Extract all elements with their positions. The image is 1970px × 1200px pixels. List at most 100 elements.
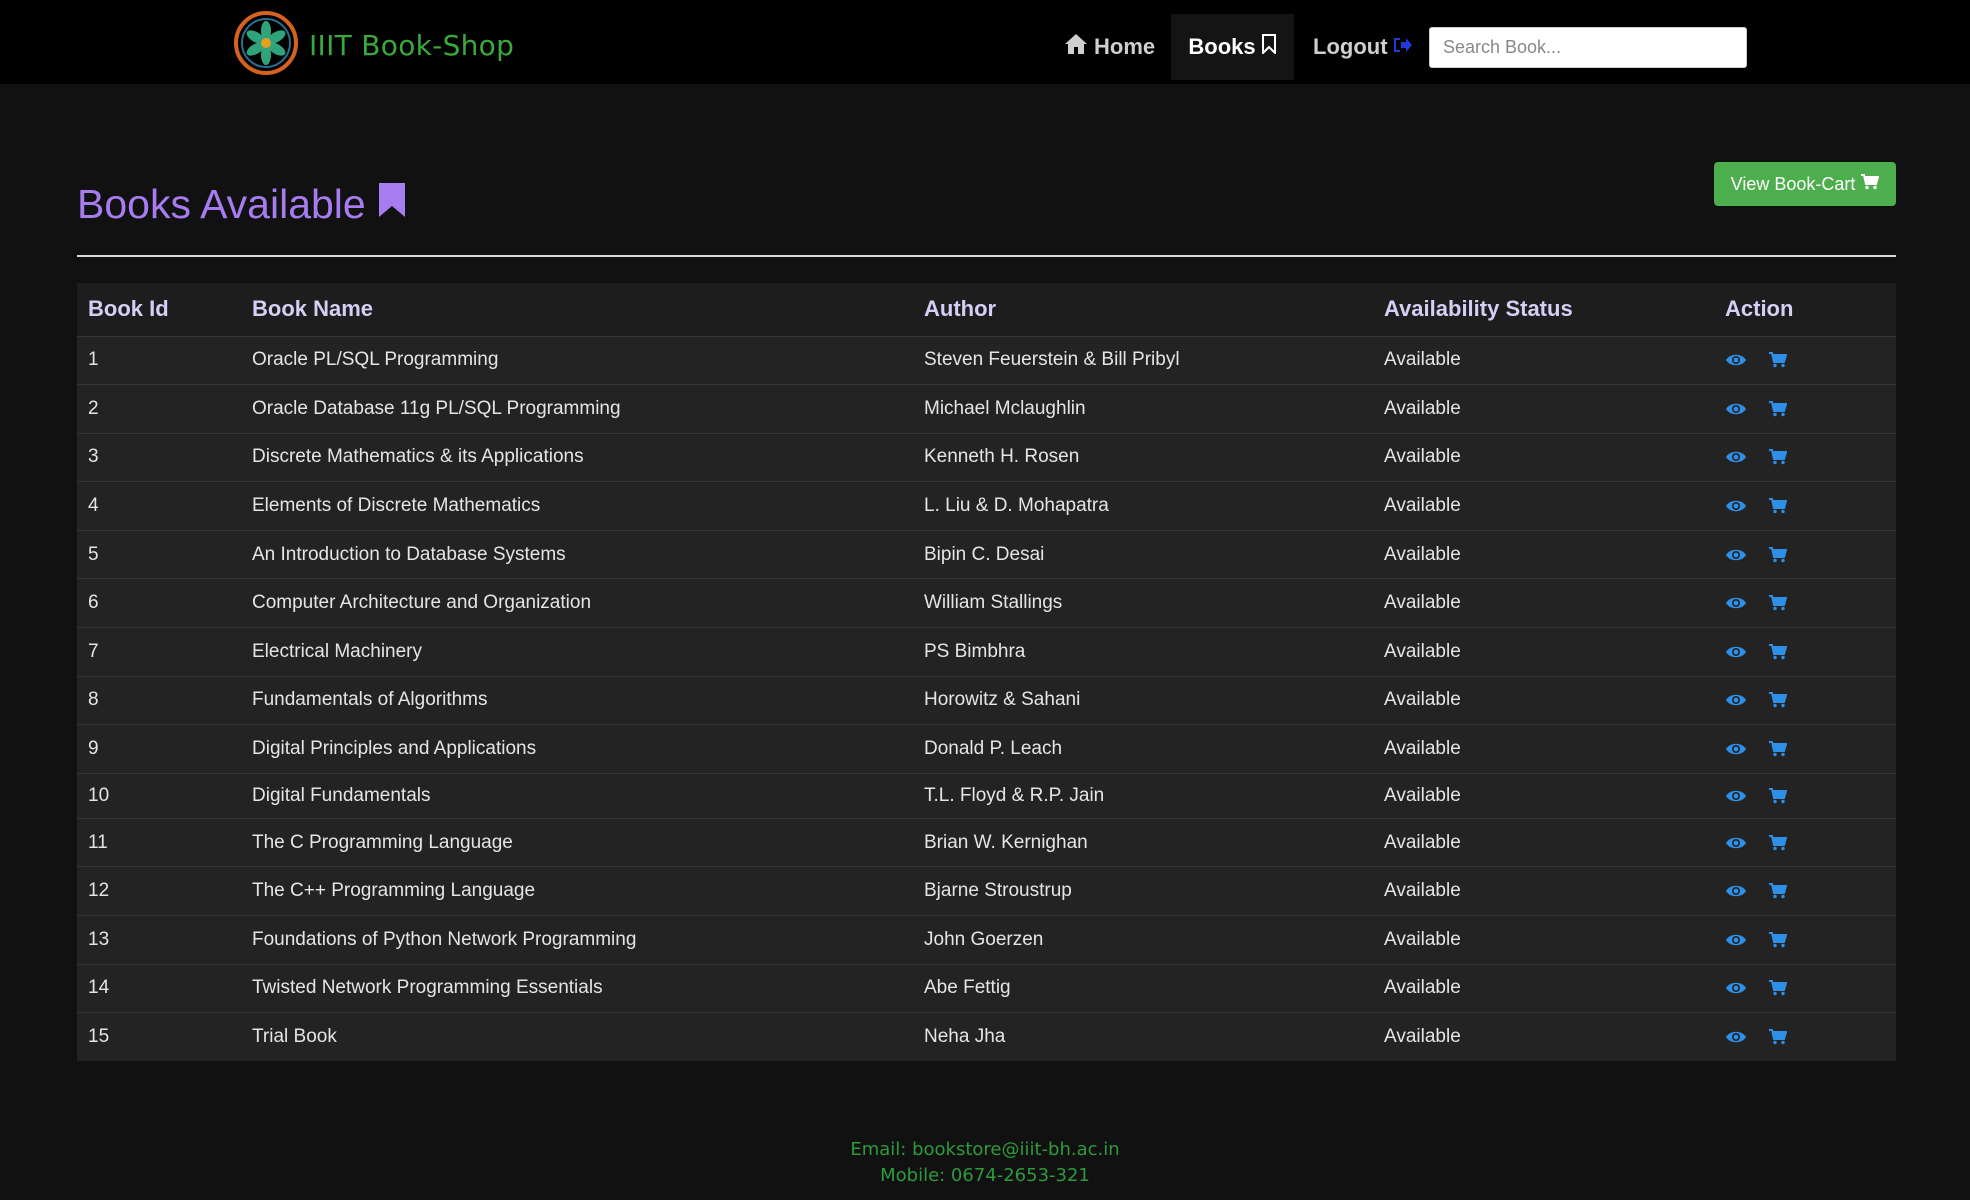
book-author: Bjarne Stroustrup [924,880,1072,902]
row-actions [1714,773,1896,818]
availability-status: Available [1384,592,1461,614]
nav-home-label: Home [1094,34,1156,59]
availability-status: Available [1384,689,1461,711]
table-header-row: Book Id Book Name Author Availability St… [77,283,1896,336]
table-row: 7 Electrical Machinery PS Bimbhra Available [77,627,1896,677]
row-actions [1714,385,1896,434]
books-table-container: Book Id Book Name Author Availability St… [77,283,1896,1062]
book-author: John Goerzen [924,928,1044,950]
availability-status: Available [1384,349,1461,371]
eye-icon[interactable] [1725,741,1747,757]
view-book-cart-label: View Book-Cart [1730,173,1856,194]
availability-status: Available [1384,831,1461,853]
book-author: Brian W. Kernighan [924,831,1088,853]
book-id: 8 [88,689,99,711]
shopping-cart-icon[interactable] [1769,449,1787,465]
book-name: Computer Architecture and Organization [252,592,592,614]
book-author: T.L. Floyd & R.P. Jain [924,784,1105,806]
shopping-cart-icon[interactable] [1769,400,1787,417]
book-id: 10 [88,784,110,806]
book-name: Oracle Database 11g PL/SQL Programming [252,397,621,419]
shopping-cart-icon[interactable] [1769,980,1787,996]
nav-logout[interactable]: Logout [1313,14,1413,80]
nav-logout-label: Logout [1313,34,1388,59]
row-actions [1714,336,1896,385]
book-id: 9 [88,738,99,760]
eye-icon[interactable] [1725,692,1747,708]
navbar: IIIT Book-Shop Home Books Logout [0,0,1970,84]
nav-books-label: Books [1188,34,1256,59]
eye-icon[interactable] [1725,932,1747,948]
eye-icon[interactable] [1725,644,1747,660]
header-availability-status: Availability Status [1384,296,1573,322]
view-book-cart-button[interactable]: View Book-Cart [1714,162,1896,206]
availability-status: Available [1384,640,1461,662]
book-id: 11 [88,831,108,853]
books-table: Book Id Book Name Author Availability St… [77,283,1896,1062]
eye-icon[interactable] [1725,595,1747,611]
shopping-cart-icon[interactable] [1769,692,1787,708]
table-row: 4 Elements of Discrete Mathematics L. Liu … [77,481,1896,531]
row-actions [1714,579,1896,628]
eye-icon[interactable] [1725,547,1747,563]
table-row: 3 Discrete Mathematics & its Applications… [77,433,1896,482]
book-name: Electrical Machinery [252,640,422,662]
book-id: 15 [88,1026,110,1048]
shopping-cart-icon[interactable] [1769,741,1787,757]
eye-icon[interactable] [1725,835,1747,851]
book-author: Kenneth H. Rosen [924,446,1080,468]
page-title: Books Available [77,181,406,228]
table-row: 14 Twisted Network Programming Essentials… [77,964,1896,1013]
row-actions [1714,964,1896,1013]
eye-icon[interactable] [1725,449,1747,465]
book-id: 7 [88,640,99,662]
row-actions [1714,628,1896,677]
shopping-cart-icon[interactable] [1769,931,1787,948]
row-actions [1714,1013,1896,1062]
book-id: 5 [88,543,99,565]
logo-icon [233,10,301,81]
brand-name: IIIT Book-Shop [309,29,515,62]
home-icon [1064,33,1088,61]
shopping-cart-icon[interactable] [1769,883,1787,899]
table-row: 8 Fundamentals of Algorithms Horowitz & Sa… [77,676,1896,725]
shopping-cart-icon[interactable] [1769,787,1787,804]
availability-status: Available [1384,397,1461,419]
book-id: 14 [88,977,110,999]
book-name: Foundations of Python Network Programmin… [252,928,637,950]
table-row: 2 Oracle Database 11g PL/SQL Programming M… [77,384,1896,434]
nav-home[interactable]: Home [1064,14,1155,80]
eye-icon[interactable] [1725,788,1747,804]
availability-status: Available [1384,928,1461,950]
footer-mobile: Mobile: 0674-2653-321 [880,1165,1090,1186]
availability-status: Available [1384,880,1461,902]
eye-icon[interactable] [1725,352,1747,368]
row-actions [1714,725,1896,774]
book-author: Donald P. Leach [924,738,1063,760]
shopping-cart-icon[interactable] [1769,1029,1787,1045]
eye-icon[interactable] [1725,401,1747,417]
shopping-cart-icon[interactable] [1769,352,1787,368]
eye-icon[interactable] [1725,980,1747,996]
shopping-cart-icon[interactable] [1769,595,1787,611]
availability-status: Available [1384,495,1461,517]
shopping-cart-icon[interactable] [1769,643,1787,660]
shopping-cart-icon[interactable] [1769,546,1787,563]
bookmark-icon [378,181,406,228]
table-row: 10 Digital Fundamentals T.L. Floyd & R.P. … [77,773,1896,819]
table-row: 5 An Introduction to Database Systems Bipi… [77,530,1896,579]
book-name: The C++ Programming Language [252,880,536,902]
brand[interactable]: IIIT Book-Shop [233,10,514,81]
shopping-cart-icon[interactable] [1769,834,1787,851]
eye-icon[interactable] [1725,883,1747,899]
book-name: Twisted Network Programming Essentials [252,977,603,999]
header-book-id: Book Id [88,296,169,322]
eye-icon[interactable] [1725,1029,1747,1045]
search-input[interactable] [1429,27,1747,68]
nav-books[interactable]: Books [1171,14,1294,80]
book-id: 2 [88,397,99,419]
eye-icon[interactable] [1725,498,1747,514]
table-row: 12 The C++ Programming Language Bjarne Str… [77,866,1896,916]
shopping-cart-icon[interactable] [1769,498,1787,514]
table-row: 15 Trial Book Neha Jha Available [77,1012,1896,1062]
